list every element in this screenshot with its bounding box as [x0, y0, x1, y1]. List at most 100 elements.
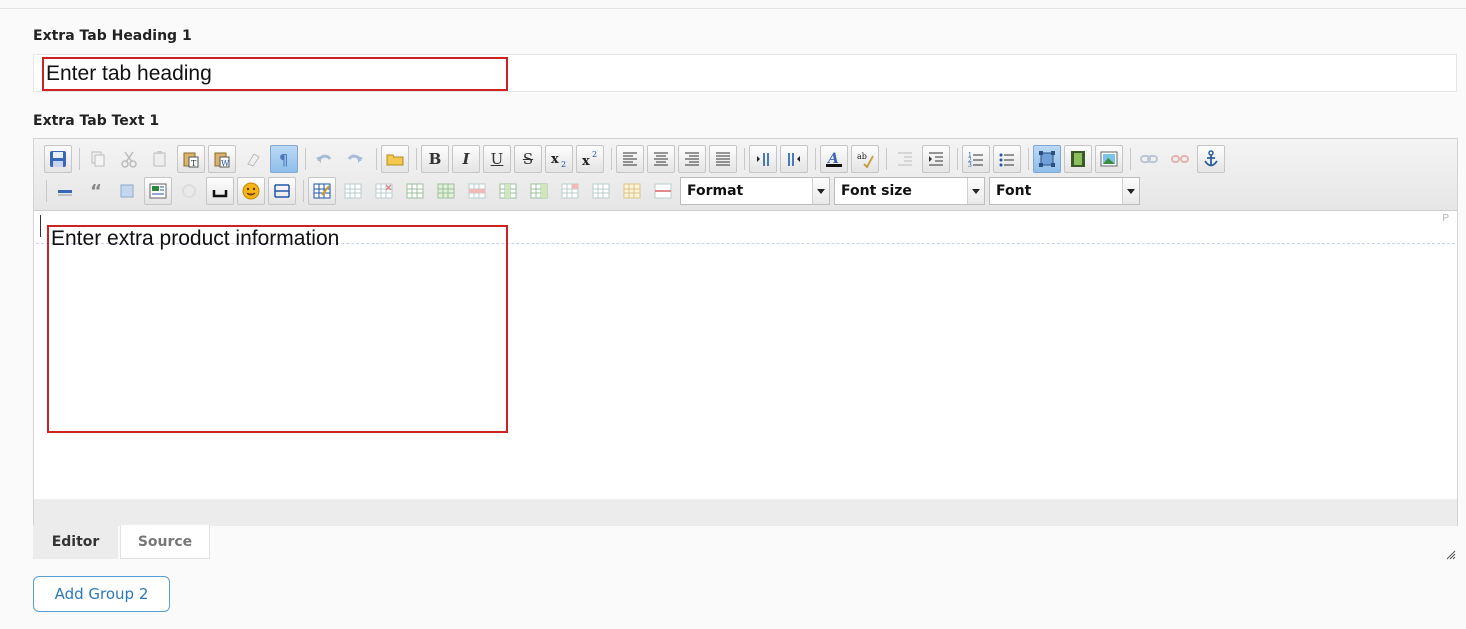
paste-text-icon[interactable]: T	[177, 145, 205, 173]
resize-handle-icon[interactable]	[1446, 547, 1456, 565]
font-select[interactable]: Font	[989, 177, 1140, 205]
text-caret	[40, 215, 41, 237]
numbered-list-icon[interactable]: 123	[962, 145, 990, 173]
format-select[interactable]: Format	[680, 177, 830, 205]
toolbar-separator	[957, 148, 958, 170]
browse-folder-icon[interactable]	[381, 145, 409, 173]
toolbar-separator	[744, 148, 745, 170]
svg-text:x: x	[582, 154, 590, 168]
copy-icon[interactable]	[84, 145, 112, 173]
add-group-button[interactable]: Add Group 2	[33, 576, 170, 612]
svg-text:W: W	[221, 159, 230, 168]
extra-info-textarea[interactable]	[47, 225, 508, 433]
tab-editor[interactable]: Editor	[33, 525, 118, 559]
toolbar-row-2: “ Format Font size Font	[46, 176, 1144, 206]
indent-icon[interactable]	[922, 145, 950, 173]
delete-column-icon[interactable]	[556, 177, 584, 205]
chevron-down-icon	[812, 178, 829, 204]
bold-button[interactable]: B	[421, 145, 449, 173]
subscript-icon[interactable]: x2	[545, 145, 573, 173]
font-size-select[interactable]: Font size	[834, 177, 985, 205]
insert-row-icon[interactable]	[432, 177, 460, 205]
format-select-label: Format	[687, 183, 744, 199]
insert-column-icon[interactable]	[401, 177, 429, 205]
template-icon[interactable]	[144, 177, 172, 205]
select-all-icon[interactable]	[1033, 145, 1061, 173]
text-color-icon[interactable]: A	[820, 145, 848, 173]
anchor-icon[interactable]	[1197, 145, 1225, 173]
strikethrough-button[interactable]: S	[514, 145, 542, 173]
toolbar-separator	[815, 148, 816, 170]
svg-text:x: x	[551, 152, 559, 167]
toolbar-separator	[46, 180, 47, 202]
table-icon[interactable]	[308, 177, 336, 205]
page-break-icon[interactable]	[206, 177, 234, 205]
superscript-icon[interactable]: x2	[576, 145, 604, 173]
merge-cells-icon[interactable]	[618, 177, 646, 205]
save-icon[interactable]	[44, 145, 72, 173]
underline-button[interactable]: U	[483, 145, 511, 173]
redo-icon[interactable]	[341, 145, 369, 173]
horizontal-line-icon[interactable]	[268, 177, 296, 205]
toolbar-separator	[416, 148, 417, 170]
unlink-icon[interactable]	[1166, 145, 1194, 173]
remove-format-icon[interactable]	[239, 145, 267, 173]
undo-icon[interactable]	[310, 145, 338, 173]
media-icon[interactable]	[1064, 145, 1092, 173]
horizontal-rule-icon[interactable]	[51, 177, 79, 205]
toolbar-row-1: T W ¶ B I U S x2 x2 A ab 1 2 3	[44, 144, 1228, 174]
outdent-icon[interactable]	[891, 145, 919, 173]
toolbar-separator	[1028, 148, 1029, 170]
editor-statusbar	[34, 499, 1457, 526]
show-blocks-icon[interactable]: ¶	[270, 145, 298, 173]
cut-icon[interactable]	[115, 145, 143, 173]
text-field-label: Extra Tab Text 1	[33, 113, 160, 129]
editor-content-area[interactable]: P	[34, 211, 1457, 499]
toolbar-separator	[886, 148, 887, 170]
svg-text:ab: ab	[857, 152, 867, 161]
bulleted-list-icon[interactable]	[993, 145, 1021, 173]
blockquote-button[interactable]: “	[82, 177, 110, 205]
paste-icon[interactable]	[146, 145, 174, 173]
table-properties-icon[interactable]	[339, 177, 367, 205]
delete-row-icon[interactable]	[463, 177, 491, 205]
tab-source[interactable]: Source	[120, 525, 210, 559]
toolbar-separator	[79, 148, 80, 170]
smiley-disabled-icon[interactable]	[175, 177, 203, 205]
toolbar-separator	[376, 148, 377, 170]
align-right-icon[interactable]	[678, 145, 706, 173]
text-direction-rtl-icon[interactable]	[780, 145, 808, 173]
rich-text-editor: T W ¶ B I U S x2 x2 A ab 1 2 3 “ Format …	[33, 138, 1458, 526]
text-direction-ltr-icon[interactable]	[749, 145, 777, 173]
svg-text:2: 2	[592, 150, 597, 159]
table-cell-icon[interactable]	[587, 177, 615, 205]
svg-text:T: T	[191, 159, 197, 168]
svg-text:2: 2	[561, 160, 566, 168]
toolbar-separator	[305, 148, 306, 170]
div-container-icon[interactable]	[113, 177, 141, 205]
insert-cell-icon[interactable]	[525, 177, 553, 205]
italic-button[interactable]: I	[452, 145, 480, 173]
font-select-label: Font	[996, 183, 1032, 199]
tab-heading-input[interactable]	[42, 57, 508, 91]
smiley-icon[interactable]	[237, 177, 265, 205]
image-icon[interactable]	[1095, 145, 1123, 173]
align-center-icon[interactable]	[647, 145, 675, 173]
split-cell-icon[interactable]	[649, 177, 677, 205]
svg-text:¶: ¶	[279, 151, 289, 168]
spellcheck-icon[interactable]: ab	[851, 145, 879, 173]
toolbar-separator	[303, 180, 304, 202]
editor-mode-tabs: Editor Source	[33, 525, 210, 559]
align-justify-icon[interactable]	[709, 145, 737, 173]
paste-word-icon[interactable]: W	[208, 145, 236, 173]
insert-column-after-icon[interactable]	[494, 177, 522, 205]
svg-text:3: 3	[968, 162, 972, 168]
heading-field-label: Extra Tab Heading 1	[33, 28, 192, 44]
delete-table-icon[interactable]	[370, 177, 398, 205]
link-icon[interactable]	[1135, 145, 1163, 173]
chevron-down-icon	[967, 178, 984, 204]
editor-toolbar: T W ¶ B I U S x2 x2 A ab 1 2 3 “ Format …	[34, 139, 1457, 211]
heading-input-wrapper	[33, 54, 1457, 92]
chevron-down-icon	[1122, 178, 1139, 204]
align-left-icon[interactable]	[616, 145, 644, 173]
